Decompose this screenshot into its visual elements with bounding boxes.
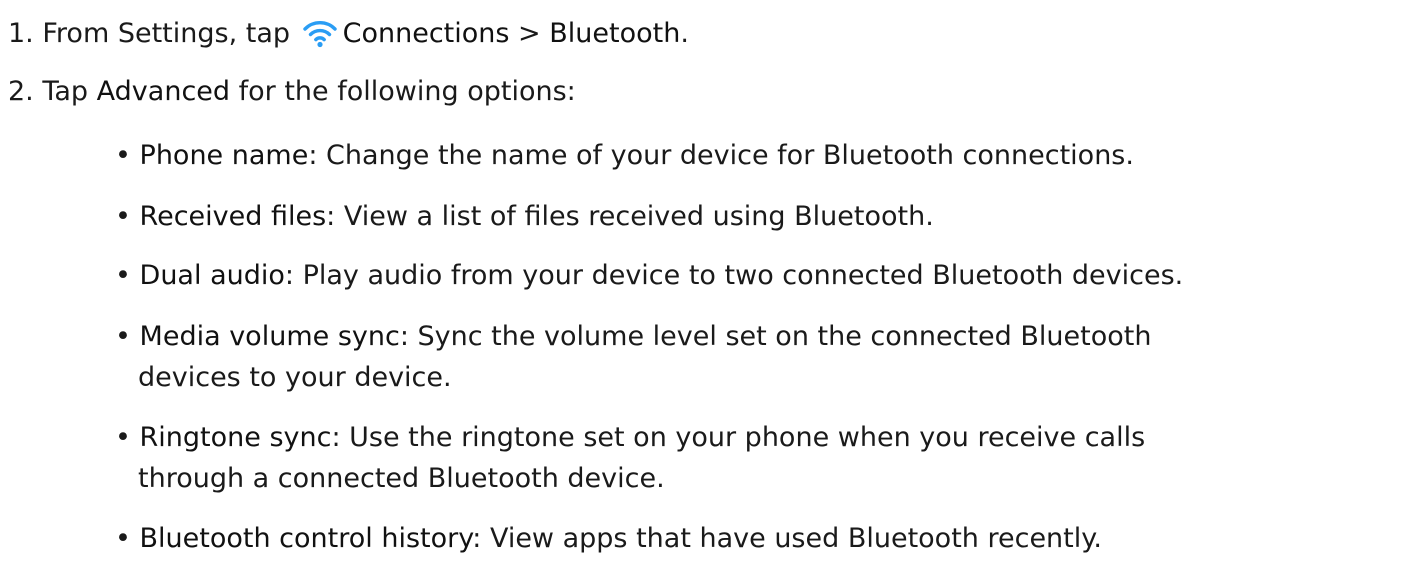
bullet: •	[115, 422, 131, 453]
option-description: : Play audio from your device to two con…	[284, 260, 1184, 291]
option-dual-audio: • Dual audio: Play audio from your devic…	[115, 259, 1183, 293]
connections-term: Connections	[342, 18, 510, 49]
bullet: •	[115, 523, 131, 554]
option-phone-name: • Phone name: Change the name of your de…	[115, 139, 1134, 173]
bluetooth-term: Bluetooth	[549, 18, 681, 49]
option-ringtone-sync-cont: through a connected Bluetooth device.	[138, 462, 665, 496]
option-term: Dual audio	[139, 260, 285, 291]
step-number: 2.	[8, 76, 34, 107]
option-description: : Sync the volume level set on the conne…	[399, 321, 1152, 352]
step-text: Tap	[42, 76, 89, 107]
option-description: : Use the ringtone set on your phone whe…	[331, 422, 1146, 453]
option-received-files: • Received files: View a list of files r…	[115, 200, 934, 234]
option-term: Media volume sync	[139, 321, 400, 352]
bullet: •	[115, 201, 131, 232]
bullet: •	[115, 140, 131, 171]
step-1: 1. From Settings, tap Connections > Blue…	[8, 17, 689, 51]
option-media-volume-sync: • Media volume sync: Sync the volume lev…	[115, 320, 1151, 354]
step-text-rest: for the following options:	[238, 76, 576, 107]
option-term: Received files	[139, 201, 327, 232]
option-ringtone-sync: • Ringtone sync: Use the ringtone set on…	[115, 421, 1145, 455]
step-period: .	[680, 18, 689, 49]
wifi-icon	[302, 21, 337, 48]
option-term: Phone name	[139, 140, 309, 171]
option-term: Ringtone sync	[139, 422, 332, 453]
option-description: : View apps that have used Bluetooth rec…	[472, 523, 1102, 554]
advanced-term: Advanced	[96, 76, 231, 107]
step-text: From Settings, tap	[42, 18, 291, 49]
breadcrumb-separator: >	[518, 18, 541, 49]
option-description: through a connected Bluetooth device.	[138, 463, 665, 494]
option-media-volume-sync-cont: devices to your device.	[138, 361, 452, 395]
option-description: devices to your device.	[138, 362, 452, 393]
option-description: : View a list of files received using Bl…	[326, 201, 934, 232]
instructions-document: 1. From Settings, tap Connections > Blue…	[0, 0, 1404, 587]
step-number: 1.	[8, 18, 34, 49]
step-2: 2. Tap Advanced for the following option…	[8, 75, 576, 109]
bullet: •	[115, 321, 131, 352]
option-term: Bluetooth control history	[139, 523, 473, 554]
option-bluetooth-control-history: • Bluetooth control history: View apps t…	[115, 522, 1102, 556]
bullet: •	[115, 260, 131, 291]
option-description: : Change the name of your device for Blu…	[308, 140, 1134, 171]
